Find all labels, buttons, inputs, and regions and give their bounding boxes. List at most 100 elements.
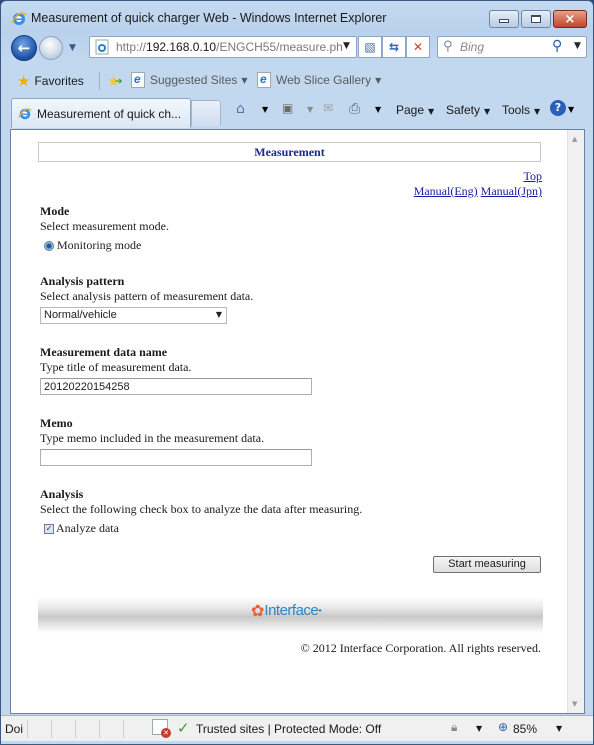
top-link[interactable]: Top — [524, 169, 543, 183]
analysis-heading: Analysis — [40, 487, 84, 501]
monitoring-mode-label: Monitoring mode — [57, 238, 142, 252]
analysis-pattern-description: Select analysis pattern of measurement d… — [40, 289, 254, 303]
logo-text: Interface — [264, 602, 319, 619]
checkmark-icon: ✓ — [177, 719, 190, 737]
content-viewport: Measurement Top Manual(Eng) Manual(Jpn) … — [10, 129, 585, 714]
analysis-description: Select the following check box to analyz… — [40, 502, 363, 516]
feeds-icon[interactable]: ▣ — [282, 101, 293, 115]
help-icon[interactable]: ? — [550, 100, 566, 116]
ie-page-icon — [131, 72, 145, 88]
status-bar: Doi ✕ ✓ Trusted sites | Protected Mode: … — [1, 715, 593, 741]
memo-input[interactable] — [40, 449, 312, 466]
forward-button[interactable] — [39, 36, 63, 60]
chevron-down-icon[interactable]: ▼ — [476, 724, 482, 733]
status-divider — [123, 720, 124, 738]
close-icon: × — [564, 11, 576, 27]
copyright-text: © 2012 Interface Corporation. All rights… — [300, 641, 541, 655]
star-icon: ★ — [17, 72, 31, 90]
status-divider — [99, 720, 100, 738]
data-name-heading: Measurement data name — [40, 345, 168, 359]
back-button[interactable]: ← — [11, 35, 37, 61]
compatibility-view-button[interactable]: ▧ — [358, 36, 382, 58]
search-box[interactable]: ⚲ Bing ⚲ ▼ — [437, 36, 587, 58]
manual-jpn-link[interactable]: Manual(Jpn) — [481, 184, 542, 198]
search-options-dropdown[interactable]: ▼ — [574, 41, 581, 51]
close-button[interactable]: × — [553, 10, 587, 28]
tab-row: Measurement of quick ch... ⌂ ▼ ▣ ▼ ✉ ⎙ ▼… — [1, 95, 593, 129]
chevron-down-icon: ▼ — [241, 75, 248, 85]
scroll-down-icon[interactable]: ▼ — [572, 700, 577, 708]
data-name-description: Type title of measurement data. — [40, 360, 192, 374]
page-title: Measurement — [38, 142, 541, 162]
compatibility-icon: ▧ — [364, 40, 376, 54]
add-favorite-icon: ★ — [107, 72, 123, 90]
search-icon[interactable]: ⚲ — [552, 38, 562, 54]
popup-blocked-icon[interactable]: ✕ — [152, 719, 171, 738]
help-dropdown-icon[interactable]: ▼ — [568, 105, 574, 114]
zoom-dropdown-icon[interactable]: ▼ — [556, 724, 562, 733]
status-divider — [75, 720, 76, 738]
print-icon[interactable]: ⎙ — [349, 101, 360, 117]
minimize-icon — [499, 19, 509, 23]
mail-icon[interactable]: ✉ — [323, 101, 333, 115]
search-provider-icon: ⚲ — [443, 39, 453, 54]
mode-heading: Mode — [40, 204, 70, 218]
tab-measurement[interactable]: Measurement of quick ch... — [11, 98, 191, 128]
zoom-icon: ⊕ — [498, 720, 509, 734]
url-text[interactable]: http://192.168.0.10/ENGCH55/measure.ph — [116, 40, 343, 54]
home-icon[interactable]: ⌂ — [236, 101, 245, 117]
tools-menu[interactable]: Tools ▼ — [502, 103, 540, 117]
stop-button[interactable]: ✕ — [406, 36, 430, 58]
ie-tab-icon — [18, 107, 32, 119]
scroll-up-icon[interactable]: ▲ — [572, 135, 577, 143]
memo-description: Type memo included in the measurement da… — [40, 431, 265, 445]
recent-pages-dropdown[interactable]: ▼ — [69, 43, 76, 53]
maximize-button[interactable] — [521, 10, 551, 28]
minimize-button[interactable] — [489, 10, 519, 28]
address-bar[interactable]: http://192.168.0.10/ENGCH55/measure.ph ▼ — [89, 36, 357, 58]
interface-logo: ✿ Interface ● — [251, 601, 322, 620]
page-menu[interactable]: Page ▼ — [396, 103, 434, 117]
analyze-data-label: Analyze data — [56, 521, 119, 535]
monitoring-mode-option[interactable]: Monitoring mode — [44, 238, 141, 253]
page-icon — [95, 39, 109, 55]
chevron-down-icon: ▼ — [215, 310, 222, 319]
back-arrow-icon: ← — [17, 39, 31, 57]
safety-menu[interactable]: Safety ▼ — [446, 103, 490, 117]
security-zone-text[interactable]: Trusted sites | Protected Mode: Off — [196, 722, 381, 736]
refresh-button[interactable]: ⇆ — [382, 36, 406, 58]
home-dropdown-icon[interactable]: ▼ — [262, 105, 268, 114]
start-measuring-button[interactable]: Start measuring — [433, 556, 541, 573]
favorites-button[interactable]: ★ Favorites — [17, 72, 84, 90]
registered-mark: ● — [318, 607, 322, 614]
mode-description: Select measurement mode. — [40, 219, 169, 233]
search-input[interactable]: Bing — [460, 40, 484, 54]
analysis-pattern-heading: Analysis pattern — [40, 274, 125, 288]
lock-icon[interactable]: 🔒︎ — [451, 720, 457, 735]
new-tab-button[interactable] — [191, 100, 221, 126]
navigation-bar: ← ▼ http://192.168.0.10/ENGCH55/measure.… — [1, 33, 593, 63]
zoom-level[interactable]: 85% — [513, 722, 537, 736]
measurement-data-name-input[interactable] — [40, 378, 312, 395]
memo-heading: Memo — [40, 416, 73, 430]
status-divider — [27, 720, 28, 738]
analyze-data-option[interactable]: ✓ Analyze data — [44, 521, 119, 536]
favorites-bar: ★ Favorites ★ Suggested Sites ▼ Web Slic… — [1, 65, 593, 95]
feeds-dropdown-icon[interactable]: ▼ — [307, 105, 313, 114]
analyze-data-checkbox[interactable]: ✓ — [44, 523, 54, 534]
web-slice-gallery-link[interactable]: Web Slice Gallery ▼ — [257, 72, 381, 88]
window-title: Measurement of quick charger Web - Windo… — [31, 11, 387, 25]
manual-eng-link[interactable]: Manual(Eng) — [414, 184, 478, 198]
flower-logo-icon: ✿ — [251, 601, 265, 620]
monitoring-mode-radio[interactable] — [44, 240, 54, 251]
vertical-scrollbar[interactable]: ▲ ▼ — [567, 130, 584, 713]
status-divider — [51, 720, 52, 738]
ie-logo-icon — [11, 12, 27, 25]
suggested-sites-link[interactable]: Suggested Sites ▼ — [131, 72, 248, 88]
print-dropdown-icon[interactable]: ▼ — [375, 105, 381, 114]
url-dropdown-icon[interactable]: ▼ — [343, 41, 350, 51]
add-to-favorites-bar-button[interactable]: ★ — [107, 72, 123, 90]
analysis-pattern-select[interactable]: Normal/vehicle ▼ — [40, 307, 227, 324]
footer-banner: ✿ Interface ● — [38, 597, 543, 633]
status-text: Doi — [5, 722, 24, 736]
